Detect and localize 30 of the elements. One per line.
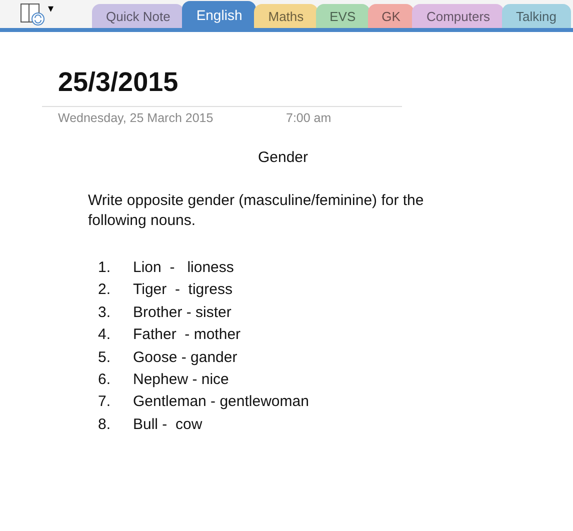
section-tab[interactable]: EVS [316, 4, 370, 28]
list-number: 6. [98, 370, 112, 390]
instruction-text: Write opposite gender (masculine/feminine) for the following nouns. [88, 191, 425, 231]
section-tab[interactable]: GK [368, 4, 414, 28]
section-tab[interactable]: Computers [412, 4, 504, 28]
page-title: 25/3/2015 [58, 66, 180, 98]
list-number: 7. [98, 392, 112, 412]
section-tab[interactable]: Talking [502, 4, 570, 28]
page-time: 7:00 am [286, 111, 332, 125]
list-item-text: Goose - gander [133, 348, 238, 368]
list-item-text: Father - mother [133, 325, 241, 346]
list-item-text: Tiger - tigress [133, 280, 232, 300]
section-tab[interactable]: Quick Note [92, 4, 184, 28]
list-number: 2. [98, 280, 112, 300]
list-item-text: Gentleman - gentlewoman [133, 392, 309, 412]
list-number: 5. [98, 348, 112, 368]
list-item-text: Bull - cow [133, 414, 202, 435]
list-item-text: Brother - sister [133, 302, 232, 323]
dropdown-caret[interactable]: ▾ [48, 2, 54, 15]
section-tab[interactable]: Maths [254, 4, 318, 28]
list-item-text: Nephew - nice [133, 370, 229, 390]
section-tab[interactable]: English [182, 1, 256, 28]
list-number: 3. [98, 302, 112, 323]
note-heading: Gender [256, 149, 310, 166]
list-number: 8. [98, 414, 112, 435]
list-number: 1. [98, 258, 112, 278]
page-date: Wednesday, 25 March 2015 [58, 111, 214, 125]
notebook-sync-icon[interactable] [20, 2, 46, 26]
list-item-text: Lion - lioness [133, 258, 234, 278]
list-number: 4. [98, 325, 112, 346]
